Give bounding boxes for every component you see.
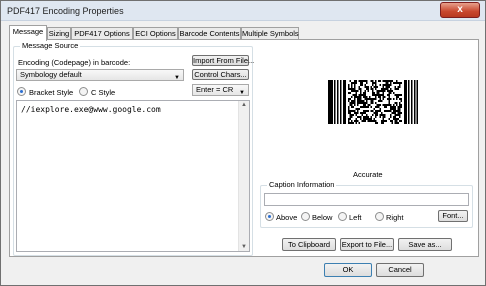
caption-left-radio[interactable] [338,212,347,221]
vertical-scrollbar[interactable]: ▲ ▼ [238,101,249,251]
caption-above-label: Above [276,213,298,222]
close-button[interactable]: x [440,2,480,18]
enter-mode-value: Enter = CR [196,85,234,94]
caption-right-radio[interactable] [375,212,384,221]
preview-caption: Accurate [353,170,383,179]
control-chars-button[interactable]: Control Chars... [192,69,249,80]
message-text: //iexplore.exe@www.google.com [21,105,161,114]
encoding-select[interactable]: Symbology default ▼ [16,69,184,81]
caption-below-radio[interactable] [301,212,310,221]
caption-information-legend: Caption Information [267,180,337,189]
scroll-up-icon[interactable]: ▲ [241,102,247,108]
c-style-label: C Style [91,88,116,97]
scroll-down-icon[interactable]: ▼ [241,244,247,250]
window-title: PDF417 Encoding Properties [7,6,124,16]
encoding-label: Encoding (Codepage) in barcode: [18,58,131,67]
chevron-down-icon: ▼ [239,90,245,96]
caption-input[interactable] [264,193,469,206]
c-style-radio[interactable] [79,87,88,96]
tab-message[interactable]: Message [9,25,47,41]
ok-button[interactable]: OK [324,263,372,277]
caption-right-label: Right [386,213,404,222]
bracket-style-label: Bracket Style [29,88,74,97]
title-bar: PDF417 Encoding Properties x [1,1,485,21]
encoding-select-value: Symbology default [20,70,82,79]
caption-left-label: Left [349,213,362,222]
font-button[interactable]: Font... [438,210,468,222]
message-textarea[interactable]: //iexplore.exe@www.google.com ▲ ▼ [16,100,250,252]
barcode-preview [328,80,418,124]
dialog-window: PDF417 Encoding Properties x Message Siz… [0,0,486,286]
cancel-button[interactable]: Cancel [376,263,424,277]
caption-below-label: Below [312,213,333,222]
export-to-file-button[interactable]: Export to File... [340,238,394,251]
import-from-file-button[interactable]: Import From File... [192,55,254,66]
chevron-down-icon: ▼ [174,75,180,81]
caption-above-radio[interactable] [265,212,274,221]
message-source-legend: Message Source [20,41,81,50]
save-as-button[interactable]: Save as... [398,238,452,251]
enter-mode-select[interactable]: Enter = CR ▼ [192,84,249,96]
bracket-style-radio[interactable] [17,87,26,96]
close-icon: x [457,4,463,15]
copy-to-clipboard-button[interactable]: To Clipboard [282,238,336,251]
tab-panel: Message Source Encoding (Codepage) in ba… [9,39,479,257]
